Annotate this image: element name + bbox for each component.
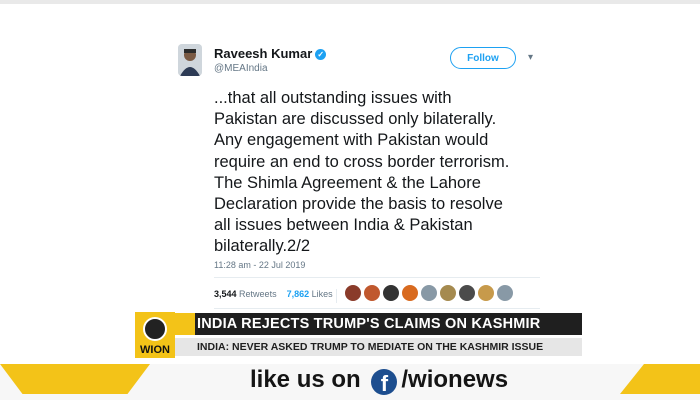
retweets-label: Retweets bbox=[239, 289, 277, 299]
promo-text-before: like us on bbox=[250, 366, 361, 393]
liker-avatar[interactable] bbox=[439, 284, 457, 302]
verified-badge-icon: ✓ bbox=[315, 49, 327, 60]
tweet-line: require an end to cross border terrorism… bbox=[214, 152, 510, 171]
divider bbox=[336, 289, 337, 303]
author-name[interactable]: Raveesh Kumar ✓ bbox=[214, 46, 327, 61]
headline: INDIA REJECTS TRUMP'S CLAIMS ON KASHMIR bbox=[197, 316, 541, 332]
tweet-line: The Shimla Agreement & the Lahore bbox=[214, 173, 481, 192]
tweet-line: Pakistan are discussed only bilaterally. bbox=[214, 110, 497, 129]
subheadline: INDIA: NEVER ASKED TRUMP TO MEDIATE ON T… bbox=[197, 341, 544, 353]
author-name-text: Raveesh Kumar bbox=[214, 46, 313, 61]
promo-text-after: /wionews bbox=[401, 366, 509, 393]
liker-avatar[interactable] bbox=[458, 284, 476, 302]
follow-button[interactable]: Follow bbox=[450, 47, 516, 69]
tweet-line: ...that all outstanding issues with bbox=[214, 89, 452, 107]
tweet-line: Declaration provide the basis to resolve bbox=[214, 195, 503, 214]
liker-avatar[interactable] bbox=[420, 284, 438, 302]
retweets-stat[interactable]: 3,544 Retweets bbox=[214, 289, 277, 299]
logo-ring-icon bbox=[143, 317, 167, 341]
decor-stripe-left bbox=[0, 364, 150, 394]
tweet-line: Any engagement with Pakistan would bbox=[214, 131, 489, 150]
headline-bar: INDIA REJECTS TRUMP'S CLAIMS ON KASHMIR bbox=[175, 313, 582, 335]
author-handle[interactable]: @MEAIndia bbox=[214, 63, 268, 74]
liker-avatar[interactable] bbox=[382, 284, 400, 302]
liker-avatar[interactable] bbox=[363, 284, 381, 302]
divider bbox=[214, 308, 540, 309]
tweet-text: ...that all outstanding issues with Paki… bbox=[214, 88, 554, 258]
liker-avatar[interactable] bbox=[401, 284, 419, 302]
tweet-card: Raveesh Kumar ✓ @MEAIndia Follow ▾ ...tha… bbox=[168, 32, 548, 309]
chevron-down-icon[interactable]: ▾ bbox=[528, 52, 533, 63]
divider bbox=[214, 277, 540, 278]
liker-avatar[interactable] bbox=[477, 284, 495, 302]
facebook-icon: f bbox=[371, 369, 398, 396]
likes-stat[interactable]: 7,862 Likes bbox=[287, 289, 333, 299]
liker-avatar[interactable] bbox=[496, 284, 514, 302]
tweet-line: bilaterally.2/2 bbox=[214, 237, 310, 256]
liker-avatar[interactable] bbox=[344, 284, 362, 302]
promo-text: like us on f/wionews bbox=[250, 366, 509, 396]
tweet-timestamp[interactable]: 11:28 am - 22 Jul 2019 bbox=[214, 260, 305, 270]
avatar[interactable] bbox=[178, 44, 202, 76]
likes-label: Likes bbox=[311, 289, 333, 299]
logo-text: WION bbox=[140, 344, 170, 356]
subheadline-bar: INDIA: NEVER ASKED TRUMP TO MEDIATE ON T… bbox=[175, 338, 582, 356]
wion-logo: WION bbox=[135, 312, 175, 358]
tweet-stats: 3,544 Retweets 7,862 Likes bbox=[214, 289, 333, 299]
retweets-count: 3,544 bbox=[214, 289, 237, 299]
top-border bbox=[0, 0, 700, 4]
tweet-line: all issues between India & Pakistan bbox=[214, 216, 473, 235]
likes-count: 7,862 bbox=[286, 289, 310, 299]
